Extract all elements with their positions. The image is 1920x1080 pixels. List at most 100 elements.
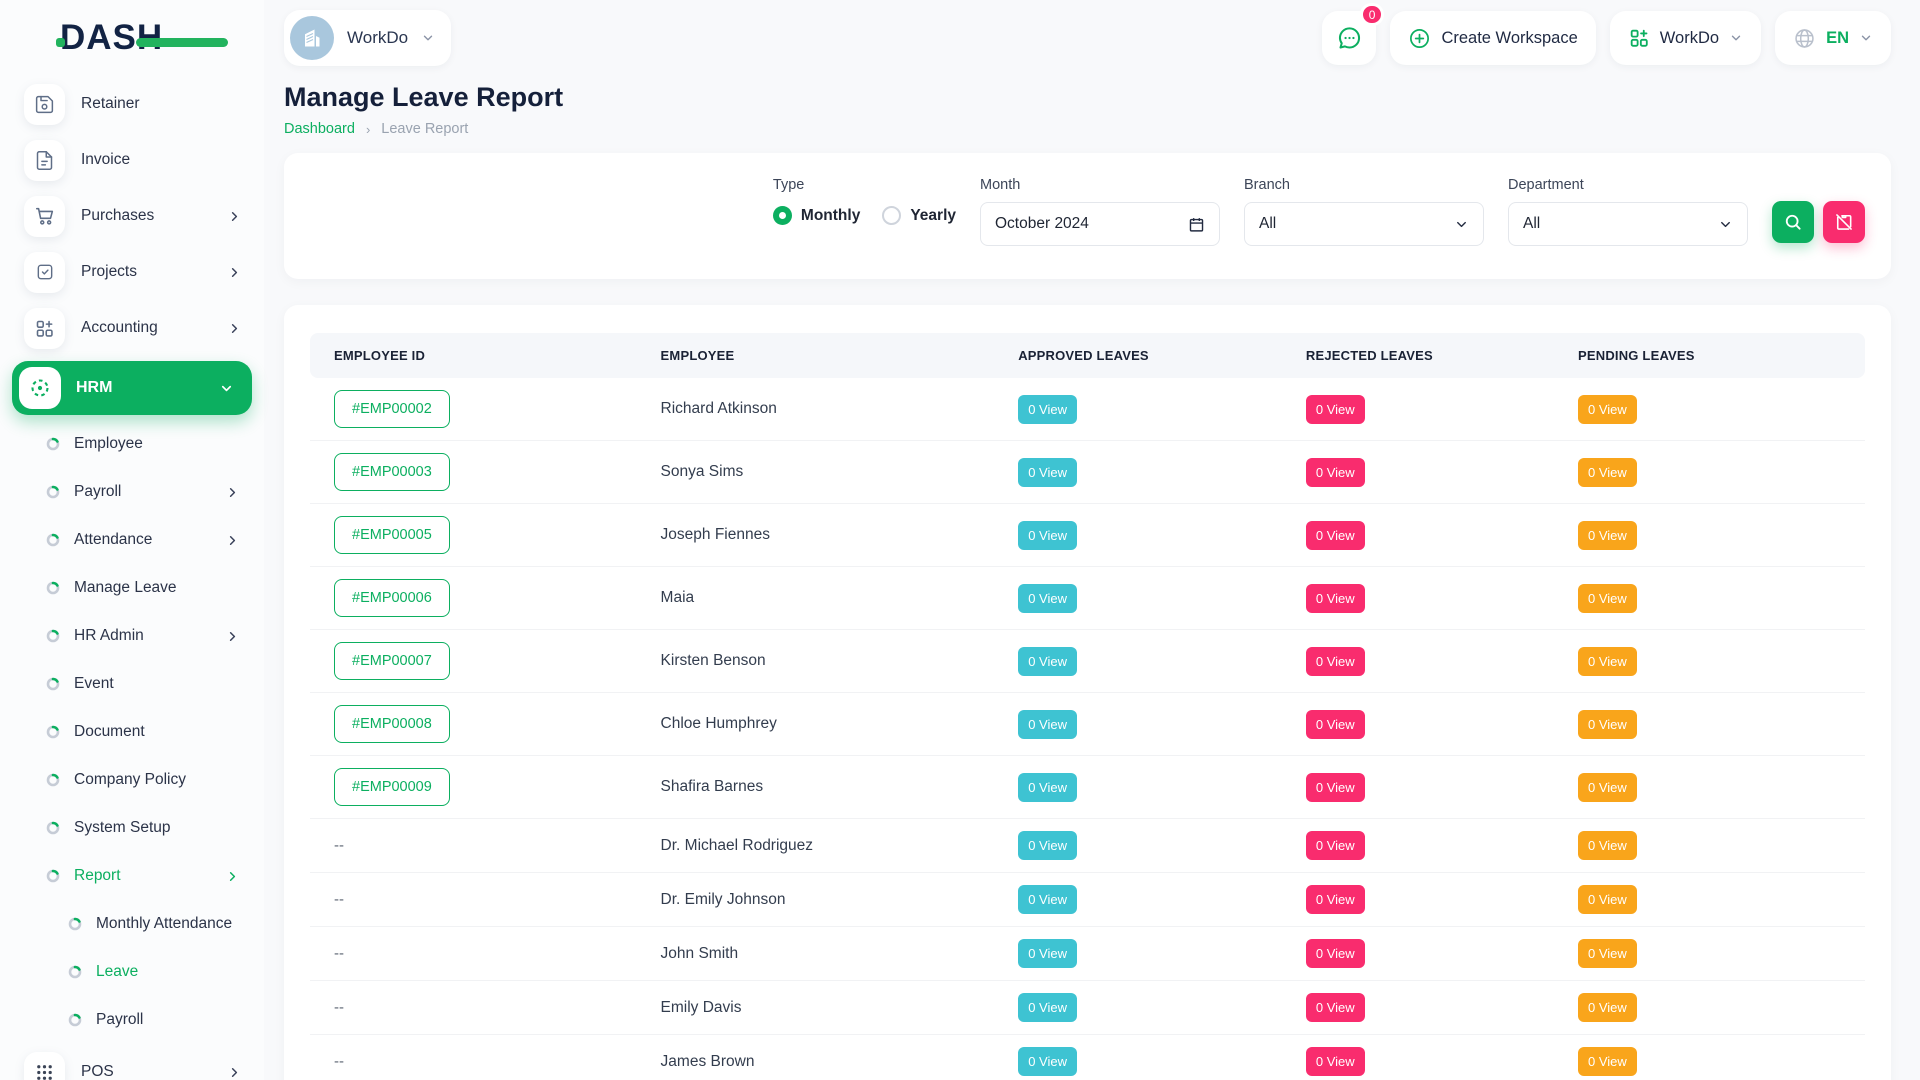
radio-yearly-circle[interactable] bbox=[882, 206, 901, 225]
rejected-view-badge[interactable]: 0 View bbox=[1306, 885, 1365, 914]
approved-view-badge[interactable]: 0 View bbox=[1018, 395, 1077, 424]
month-input[interactable]: October 2024 bbox=[980, 202, 1220, 246]
pending-view-badge[interactable]: 0 View bbox=[1578, 395, 1637, 424]
department-select[interactable]: All bbox=[1508, 202, 1748, 246]
employee-id-badge[interactable]: #EMP00006 bbox=[334, 579, 450, 617]
employee-name-cell: Maia bbox=[637, 567, 995, 630]
employee-id-badge[interactable]: #EMP00003 bbox=[334, 453, 450, 491]
bullet-icon bbox=[46, 581, 60, 595]
pending-view-badge[interactable]: 0 View bbox=[1578, 939, 1637, 968]
chevron-right-icon bbox=[225, 533, 240, 548]
sidebar-subitem-payroll[interactable]: Payroll bbox=[0, 468, 264, 516]
rejected-view-badge[interactable]: 0 View bbox=[1306, 773, 1365, 802]
month-value: October 2024 bbox=[995, 215, 1089, 233]
sidebar-subitem-report[interactable]: Report bbox=[0, 852, 264, 900]
chevron-right-icon bbox=[225, 629, 240, 644]
employee-name-cell: Dr. Emily Johnson bbox=[637, 873, 995, 927]
sidebar-item-hrm[interactable]: HRM bbox=[12, 361, 252, 415]
employee-id-badge[interactable]: #EMP00007 bbox=[334, 642, 450, 680]
employee-id-badge[interactable]: #EMP00005 bbox=[334, 516, 450, 554]
employee-id-cell: -- bbox=[310, 927, 637, 981]
sidebar-subitem-document[interactable]: Document bbox=[0, 708, 264, 756]
employee-id-badge[interactable]: #EMP00008 bbox=[334, 705, 450, 743]
employee-id-badge[interactable]: #EMP00009 bbox=[334, 768, 450, 806]
approved-view-badge[interactable]: 0 View bbox=[1018, 521, 1077, 550]
reset-button[interactable] bbox=[1823, 201, 1865, 243]
pending-view-badge[interactable]: 0 View bbox=[1578, 647, 1637, 676]
radio-monthly[interactable]: Monthly bbox=[773, 206, 860, 225]
sidebar-subitem-company-policy[interactable]: Company Policy bbox=[0, 756, 264, 804]
rejected-view-badge[interactable]: 0 View bbox=[1306, 831, 1365, 860]
employee-id-badge[interactable]: #EMP00002 bbox=[334, 390, 450, 428]
sidebar-subitem-employee[interactable]: Employee bbox=[0, 420, 264, 468]
sidebar-item-accounting[interactable]: Accounting bbox=[0, 300, 264, 356]
table-row: #EMP00008 Chloe Humphrey 0 View 0 View 0… bbox=[310, 693, 1865, 756]
pending-view-badge[interactable]: 0 View bbox=[1578, 521, 1637, 550]
month-filter-group: Month October 2024 bbox=[980, 177, 1220, 255]
pending-view-badge[interactable]: 0 View bbox=[1578, 885, 1637, 914]
leave-report-table: EMPLOYEE ID EMPLOYEE APPROVED LEAVES REJ… bbox=[310, 333, 1865, 1080]
sidebar-subitem-manage-leave[interactable]: Manage Leave bbox=[0, 564, 264, 612]
pending-view-badge[interactable]: 0 View bbox=[1578, 993, 1637, 1022]
pending-view-badge[interactable]: 0 View bbox=[1578, 1047, 1637, 1076]
chevron-right-icon bbox=[227, 265, 242, 280]
pending-leaves-cell: 0 View bbox=[1554, 504, 1865, 567]
pending-leaves-cell: 0 View bbox=[1554, 441, 1865, 504]
sidebar-subitem-hr-admin[interactable]: HR Admin bbox=[0, 612, 264, 660]
branch-select[interactable]: All bbox=[1244, 202, 1484, 246]
approved-view-badge[interactable]: 0 View bbox=[1018, 773, 1077, 802]
accounting-icon bbox=[24, 308, 65, 349]
sidebar-subitem-system-setup[interactable]: System Setup bbox=[0, 804, 264, 852]
rejected-view-badge[interactable]: 0 View bbox=[1306, 584, 1365, 613]
search-button[interactable] bbox=[1772, 201, 1814, 243]
rejected-view-badge[interactable]: 0 View bbox=[1306, 521, 1365, 550]
rejected-view-badge[interactable]: 0 View bbox=[1306, 939, 1365, 968]
app-switcher-dropdown[interactable]: WorkDo bbox=[1610, 11, 1761, 65]
radio-monthly-circle[interactable] bbox=[773, 206, 792, 225]
employee-id-cell: #EMP00003 bbox=[310, 441, 637, 504]
approved-view-badge[interactable]: 0 View bbox=[1018, 458, 1077, 487]
employee-id-cell: #EMP00006 bbox=[310, 567, 637, 630]
approved-view-badge[interactable]: 0 View bbox=[1018, 831, 1077, 860]
pending-view-badge[interactable]: 0 View bbox=[1578, 773, 1637, 802]
app-logo[interactable]: DASH bbox=[60, 18, 163, 58]
rejected-view-badge[interactable]: 0 View bbox=[1306, 647, 1365, 676]
sidebar-item-projects[interactable]: Projects bbox=[0, 244, 264, 300]
approved-view-badge[interactable]: 0 View bbox=[1018, 584, 1077, 613]
pending-view-badge[interactable]: 0 View bbox=[1578, 458, 1637, 487]
language-dropdown[interactable]: EN bbox=[1775, 11, 1891, 65]
approved-view-badge[interactable]: 0 View bbox=[1018, 1047, 1077, 1076]
sidebar-item-purchases[interactable]: Purchases bbox=[0, 188, 264, 244]
bullet-icon bbox=[68, 965, 82, 979]
breadcrumb-dashboard-link[interactable]: Dashboard bbox=[284, 121, 355, 137]
leave-report-table-card: EMPLOYEE ID EMPLOYEE APPROVED LEAVES REJ… bbox=[284, 305, 1891, 1080]
rejected-view-badge[interactable]: 0 View bbox=[1306, 993, 1365, 1022]
rejected-view-badge[interactable]: 0 View bbox=[1306, 1047, 1365, 1076]
sidebar-item-invoice[interactable]: Invoice bbox=[0, 132, 264, 188]
sidebar-item-pos[interactable]: POS bbox=[0, 1044, 264, 1080]
pending-view-badge[interactable]: 0 View bbox=[1578, 831, 1637, 860]
create-workspace-button[interactable]: Create Workspace bbox=[1390, 11, 1595, 65]
sidebar-subitem-monthly-attendance[interactable]: Monthly Attendance bbox=[0, 900, 264, 948]
sidebar-subitem-attendance[interactable]: Attendance bbox=[0, 516, 264, 564]
sidebar-subitem-leave[interactable]: Leave bbox=[0, 948, 264, 996]
approved-view-badge[interactable]: 0 View bbox=[1018, 939, 1077, 968]
radio-yearly[interactable]: Yearly bbox=[882, 206, 956, 225]
approved-view-badge[interactable]: 0 View bbox=[1018, 710, 1077, 739]
workspace-avatar bbox=[290, 16, 334, 60]
rejected-view-badge[interactable]: 0 View bbox=[1306, 458, 1365, 487]
pending-view-badge[interactable]: 0 View bbox=[1578, 710, 1637, 739]
approved-view-badge[interactable]: 0 View bbox=[1018, 647, 1077, 676]
sidebar-subitem-event[interactable]: Event bbox=[0, 660, 264, 708]
employee-name-cell: Joseph Fiennes bbox=[637, 504, 995, 567]
rejected-view-badge[interactable]: 0 View bbox=[1306, 395, 1365, 424]
pending-view-badge[interactable]: 0 View bbox=[1578, 584, 1637, 613]
calendar-icon[interactable] bbox=[1188, 216, 1205, 233]
approved-view-badge[interactable]: 0 View bbox=[1018, 885, 1077, 914]
approved-view-badge[interactable]: 0 View bbox=[1018, 993, 1077, 1022]
messages-button[interactable]: 0 bbox=[1322, 11, 1376, 65]
workspace-selector[interactable]: WorkDo bbox=[284, 10, 451, 66]
sidebar-subitem-payroll[interactable]: Payroll bbox=[0, 996, 264, 1044]
sidebar-item-retainer[interactable]: Retainer bbox=[0, 76, 264, 132]
rejected-view-badge[interactable]: 0 View bbox=[1306, 710, 1365, 739]
